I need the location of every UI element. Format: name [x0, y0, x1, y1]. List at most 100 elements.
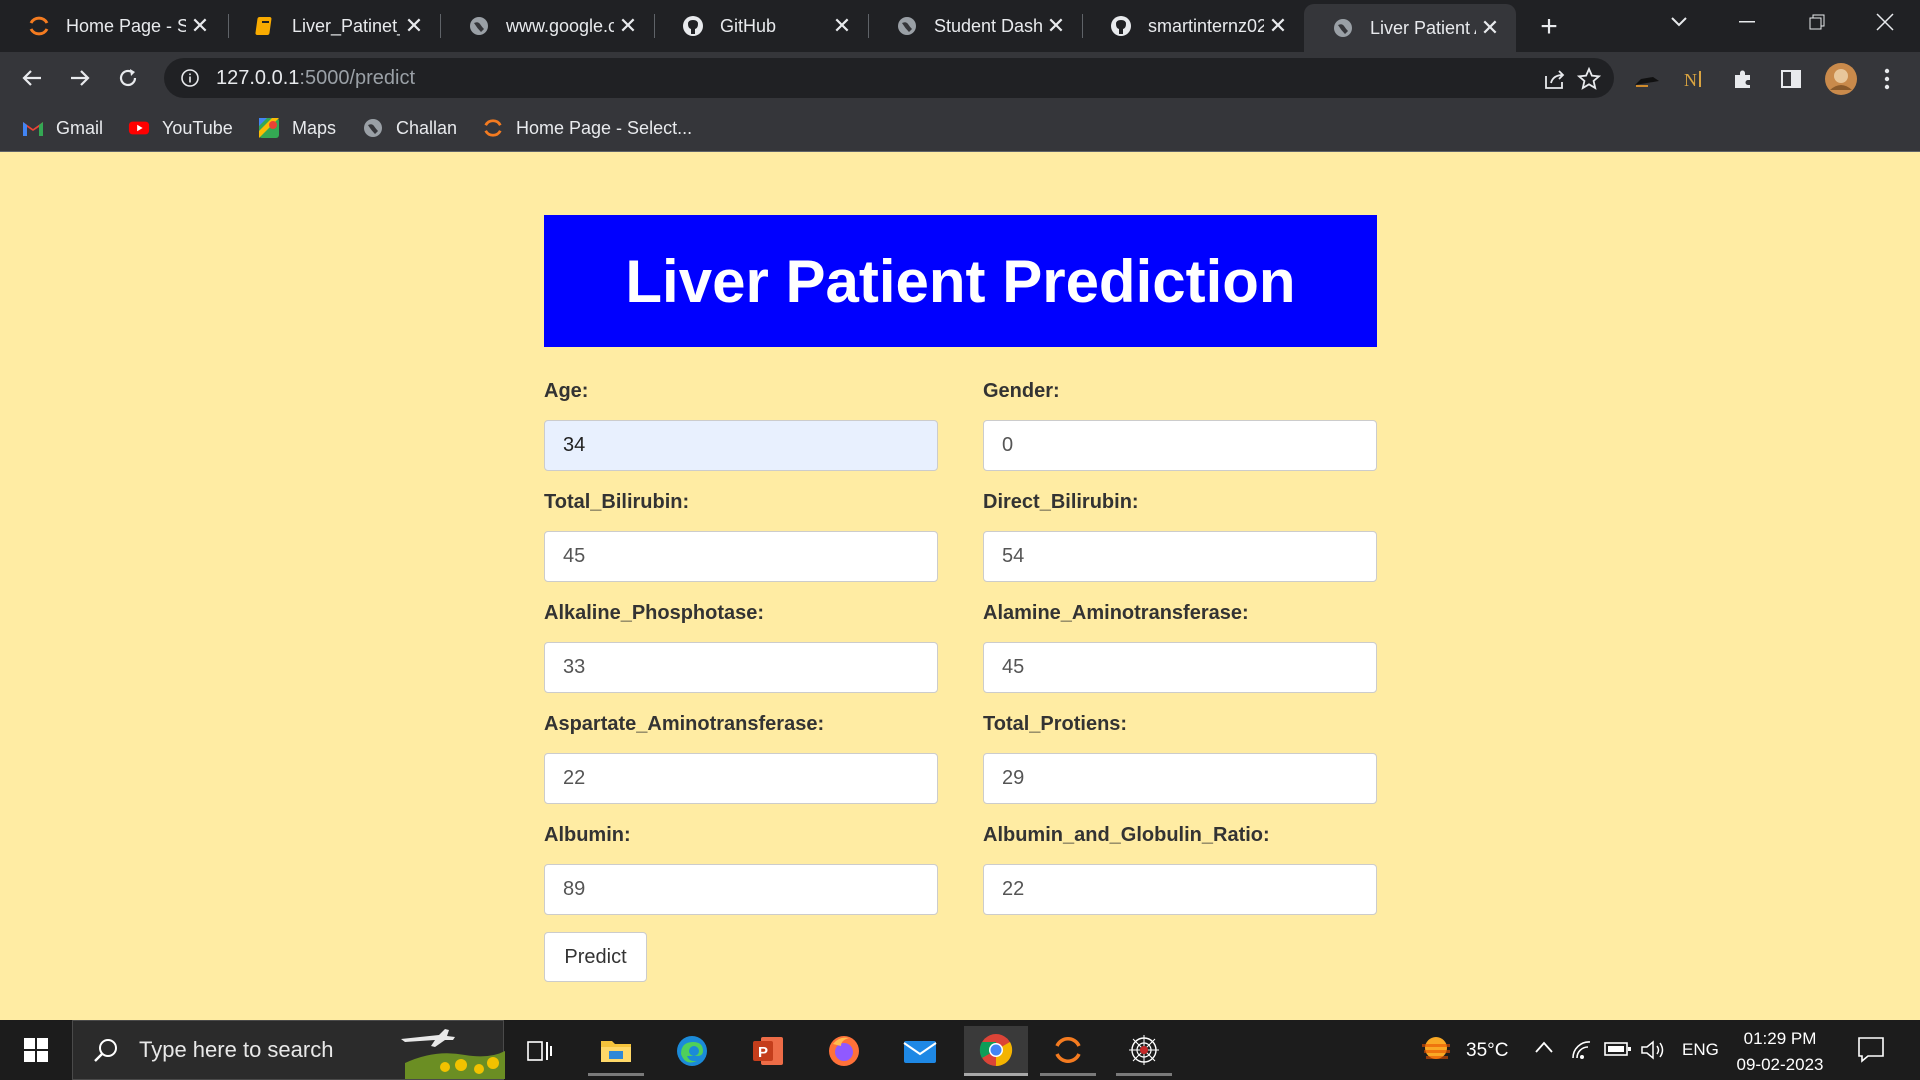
alamine-aminotransferase-input[interactable]: 45 [983, 642, 1377, 693]
tab-home-page[interactable]: Home Page - S ✕ [0, 0, 226, 52]
close-window-icon[interactable] [1854, 0, 1916, 44]
restore-icon[interactable] [1786, 0, 1848, 44]
tab-close-icon[interactable]: ✕ [1264, 12, 1292, 40]
albumin-globulin-ratio-input[interactable]: 22 [983, 864, 1377, 915]
tab-title: GitHub [720, 15, 777, 36]
extensions-puzzle-icon[interactable] [1728, 64, 1758, 94]
url-host: 127.0.0.1 [216, 66, 300, 89]
show-hidden-icons-chevron-icon[interactable] [1534, 1040, 1554, 1060]
smartbridge-logo-icon [482, 117, 504, 139]
albumin-input[interactable]: 89 [544, 864, 938, 915]
language-indicator[interactable]: ENG [1682, 1040, 1719, 1060]
direct-bilirubin-label: Direct_Bilirubin: [983, 491, 1139, 513]
tab-close-icon[interactable]: ✕ [186, 12, 214, 40]
tab-smartinternz[interactable]: smartinternz02 ✕ [1082, 0, 1304, 52]
extension-n-icon[interactable]: N [1680, 64, 1710, 94]
age-input[interactable]: 34 [544, 420, 938, 471]
bookmark-label: Gmail [56, 117, 104, 138]
tab-liver-patient-active[interactable]: Liver Patient An ✕ [1304, 4, 1516, 52]
mail-icon[interactable] [892, 1026, 948, 1076]
firefox-icon[interactable] [816, 1026, 872, 1076]
youtube-icon [128, 117, 150, 139]
direct-bilirubin-input[interactable]: 54 [983, 531, 1377, 582]
powerpoint-icon[interactable]: P [740, 1026, 796, 1076]
tab-strip: Home Page - S ✕ Liver_Patinet_A ✕ www.go… [0, 0, 1920, 52]
tab-student-dashboard[interactable]: Student Dashb ✕ [868, 0, 1082, 52]
search-icon [91, 1035, 121, 1065]
notifications-icon[interactable] [1856, 1034, 1888, 1066]
tab-close-icon[interactable]: ✕ [1476, 14, 1504, 42]
bookmark-star-icon[interactable] [1576, 66, 1602, 92]
gender-input[interactable]: 0 [983, 420, 1377, 471]
maps-icon [258, 117, 280, 139]
file-explorer-icon[interactable] [588, 1026, 644, 1076]
taskbar-search-box[interactable]: Type here to search [72, 1020, 505, 1080]
search-highlight-airplane-icon [395, 1021, 505, 1079]
info-icon[interactable] [178, 66, 202, 90]
reload-icon[interactable] [110, 60, 146, 96]
albumin-globulin-ratio-label: Albumin_and_Globulin_Ratio: [983, 824, 1270, 846]
tab-github[interactable]: GitHub ✕ [654, 0, 868, 52]
total-protiens-input[interactable]: 29 [983, 753, 1377, 804]
bookmark-maps[interactable]: Maps [258, 114, 336, 142]
github-icon [680, 13, 706, 39]
tab-close-icon[interactable]: ✕ [1042, 12, 1070, 40]
address-bar[interactable]: 127.0.0.1:5000/predict [164, 58, 1614, 98]
alkaline-phosphotase-input[interactable]: 33 [544, 642, 938, 693]
bookmark-home-page-select[interactable]: Home Page - Select... [482, 114, 692, 142]
bookmark-youtube[interactable]: YouTube [128, 114, 233, 142]
spider-app-icon[interactable] [1116, 1026, 1172, 1076]
clock[interactable]: 01:29 PM 09-02-2023 [1720, 1026, 1840, 1078]
total-bilirubin-input[interactable]: 45 [544, 531, 938, 582]
volume-icon[interactable] [1640, 1038, 1668, 1062]
tab-search-chevron-icon[interactable] [1648, 0, 1710, 44]
clock-time: 01:29 PM [1743, 1029, 1817, 1048]
new-tab-plus-icon[interactable]: + [1532, 10, 1566, 44]
tab-title: www.google.co [506, 15, 614, 36]
gmail-icon [22, 117, 44, 139]
extension-hat-icon[interactable] [1632, 64, 1662, 94]
page-title: Liver Patient Prediction [625, 247, 1296, 315]
url-text: 127.0.0.1:5000/predict [216, 67, 415, 90]
profile-avatar[interactable] [1824, 62, 1858, 96]
battery-icon[interactable] [1604, 1040, 1632, 1060]
edge-browser-icon[interactable] [664, 1026, 720, 1076]
tab-close-icon[interactable]: ✕ [828, 12, 856, 40]
task-view-icon[interactable] [512, 1026, 568, 1076]
predict-button[interactable]: Predict [544, 932, 647, 982]
clock-date: 09-02-2023 [1736, 1055, 1824, 1074]
age-label: Age: [544, 380, 589, 402]
windows-start-icon[interactable] [0, 1020, 72, 1080]
tab-liver-notebook[interactable]: Liver_Patinet_A ✕ [226, 0, 440, 52]
temperature-text[interactable]: 35°C [1466, 1040, 1508, 1062]
share-icon[interactable] [1542, 66, 1568, 92]
smartbridge-app-icon[interactable] [1040, 1026, 1096, 1076]
back-arrow-icon[interactable] [14, 60, 50, 96]
menu-kebab-icon[interactable] [1872, 64, 1902, 94]
notebook-icon [252, 13, 278, 39]
tab-close-icon[interactable]: ✕ [614, 12, 642, 40]
search-placeholder: Type here to search [139, 1037, 334, 1062]
tab-title: Liver Patient An [1370, 17, 1476, 38]
minimize-icon[interactable] [1716, 0, 1778, 44]
bookmarks-bar: Gmail YouTube Maps Challan Home Page - S… [0, 104, 1920, 152]
browser-toolbar: 127.0.0.1:5000/predict N [0, 52, 1920, 104]
total-bilirubin-label: Total_Bilirubin: [544, 491, 690, 513]
total-bilirubin-field-group: Total_Bilirubin: 45 [544, 491, 938, 582]
globe-icon [362, 117, 384, 139]
side-panel-icon[interactable] [1776, 64, 1806, 94]
alamine-aminotransferase-label: Alamine_Aminotransferase: [983, 602, 1249, 624]
globe-icon [466, 13, 492, 39]
bookmark-challan[interactable]: Challan [362, 114, 457, 142]
aspartate-aminotransferase-input[interactable]: 22 [544, 753, 938, 804]
gender-label: Gender: [983, 380, 1060, 402]
chrome-icon[interactable] [964, 1026, 1028, 1076]
tab-close-icon[interactable]: ✕ [400, 12, 428, 40]
tab-google[interactable]: www.google.co ✕ [440, 0, 654, 52]
wifi-icon[interactable] [1570, 1038, 1596, 1062]
weather-sun-icon[interactable] [1416, 1032, 1456, 1068]
title-banner: Liver Patient Prediction [544, 215, 1377, 347]
bookmark-gmail[interactable]: Gmail [22, 114, 103, 142]
forward-arrow-icon[interactable] [62, 60, 98, 96]
aspartate-aminotransferase-label: Aspartate_Aminotransferase: [544, 713, 825, 735]
